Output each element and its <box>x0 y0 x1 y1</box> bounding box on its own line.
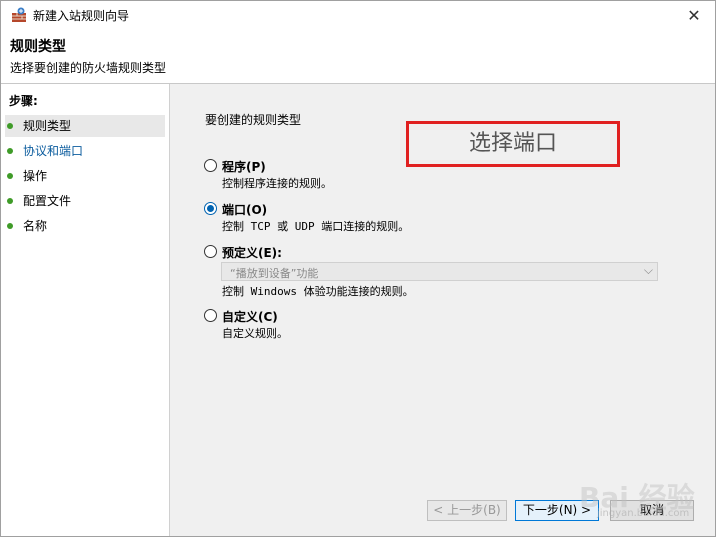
step-action[interactable]: 操作 <box>5 165 165 187</box>
step-bullet-icon <box>7 198 13 204</box>
page-subtitle: 选择要创建的防火墙规则类型 <box>10 61 167 75</box>
step-rule-type[interactable]: 规则类型 <box>5 115 165 137</box>
back-button[interactable]: < 上一步(B) <box>427 500 507 521</box>
close-icon: ✕ <box>687 6 701 25</box>
page-header: 规则类型 选择要创建的防火墙规则类型 <box>1 31 715 84</box>
main-panel: 要创建的规则类型 选择端口 程序(P) 控制程序连接的规则。 端口(O) 控制 … <box>170 84 715 536</box>
step-bullet-icon <box>7 148 13 154</box>
custom-option-label[interactable]: 自定义(C) <box>222 308 278 325</box>
program-option-desc: 控制程序连接的规则。 <box>222 177 332 190</box>
steps-heading: 步骤: <box>9 94 38 108</box>
step-label: 协议和端口 <box>23 144 84 158</box>
step-bullet-icon <box>7 223 13 229</box>
port-option-label[interactable]: 端口(O) <box>222 201 267 218</box>
steps-sidebar: 步骤: 规则类型 协议和端口 操作 配置文件 名称 <box>1 84 170 536</box>
predefined-select-value: “播放到设备”功能 <box>230 267 319 280</box>
step-bullet-icon <box>7 173 13 179</box>
predefined-option-label[interactable]: 预定义(E): <box>222 244 282 261</box>
port-radio[interactable] <box>204 202 217 215</box>
wizard-window: 新建入站规则向导 ✕ 规则类型 选择要创建的防火墙规则类型 步骤: 规则类型 协… <box>0 0 716 537</box>
step-protocol-port[interactable]: 协议和端口 <box>5 140 165 162</box>
step-name[interactable]: 名称 <box>5 215 165 237</box>
port-option-desc: 控制 TCP 或 UDP 端口连接的规则。 <box>222 220 410 233</box>
step-label: 规则类型 <box>23 119 72 133</box>
baidu-watermark-url: jingyan.baidu.com <box>597 508 690 519</box>
program-radio[interactable] <box>204 159 217 172</box>
title-bar: 新建入站规则向导 ✕ <box>1 1 715 31</box>
step-label: 配置文件 <box>23 194 72 208</box>
predefined-option-desc: 控制 Windows 体验功能连接的规则。 <box>222 285 414 298</box>
step-label: 名称 <box>23 219 48 233</box>
predefined-radio[interactable] <box>204 245 217 258</box>
step-bullet-icon <box>7 123 13 129</box>
firewall-icon <box>12 7 26 22</box>
step-profile[interactable]: 配置文件 <box>5 190 165 212</box>
chevron-down-icon: ⌵ <box>643 263 653 277</box>
step-label: 操作 <box>23 169 48 183</box>
rule-type-question: 要创建的规则类型 <box>205 113 302 127</box>
predefined-select[interactable]: “播放到设备”功能 ⌵ <box>221 262 658 281</box>
page-title: 规则类型 <box>10 39 66 55</box>
custom-radio[interactable] <box>204 309 217 322</box>
program-option-label[interactable]: 程序(P) <box>222 158 266 175</box>
close-button[interactable]: ✕ <box>673 1 715 31</box>
window-title: 新建入站规则向导 <box>33 9 130 23</box>
annotation-box: 选择端口 <box>406 121 620 167</box>
custom-option-desc: 自定义规则。 <box>222 327 288 340</box>
